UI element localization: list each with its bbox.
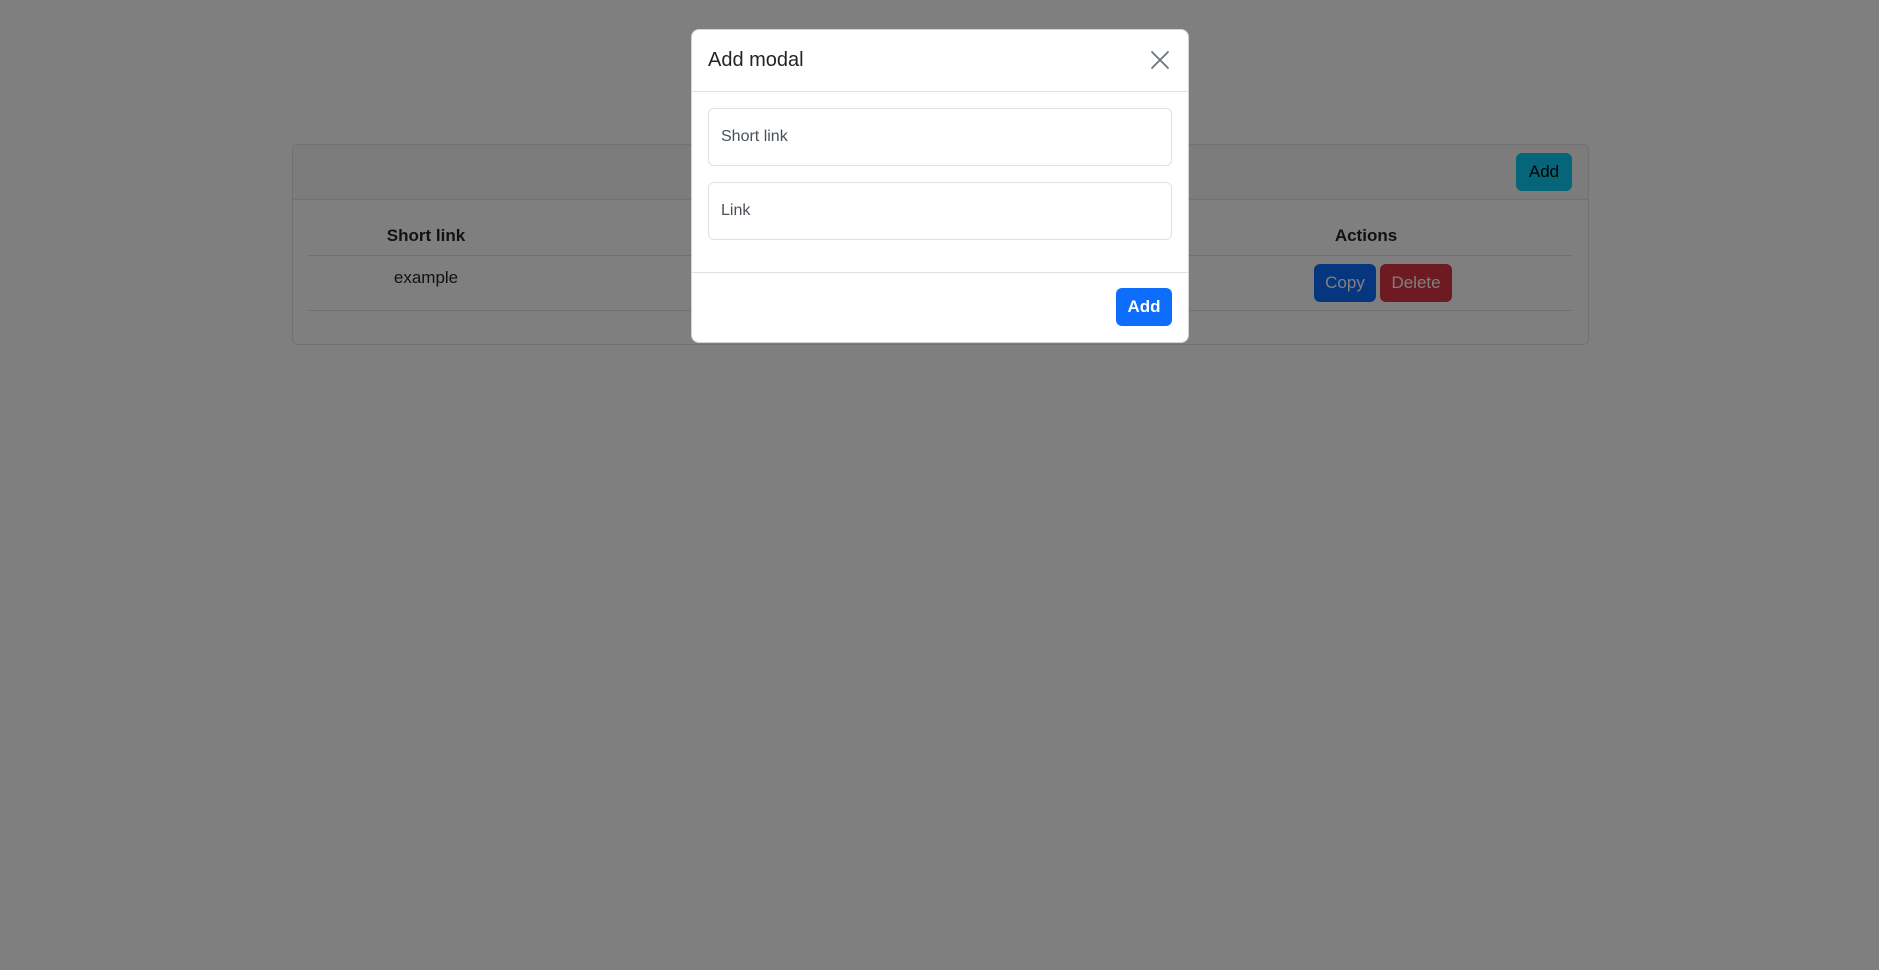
link-input[interactable] [708, 182, 1172, 240]
modal-add-button[interactable]: Add [1116, 288, 1172, 326]
add-modal: Add modal Add [691, 29, 1189, 343]
modal-footer: Add [692, 272, 1188, 342]
page: Add Short link Actions example Copy Dele… [0, 0, 1879, 970]
short-link-input[interactable] [708, 108, 1172, 166]
close-button[interactable] [1148, 48, 1172, 72]
modal-title: Add modal [708, 49, 804, 71]
modal-body [708, 108, 1172, 240]
modal-header: Add modal [692, 30, 1188, 92]
close-icon [1151, 51, 1169, 69]
